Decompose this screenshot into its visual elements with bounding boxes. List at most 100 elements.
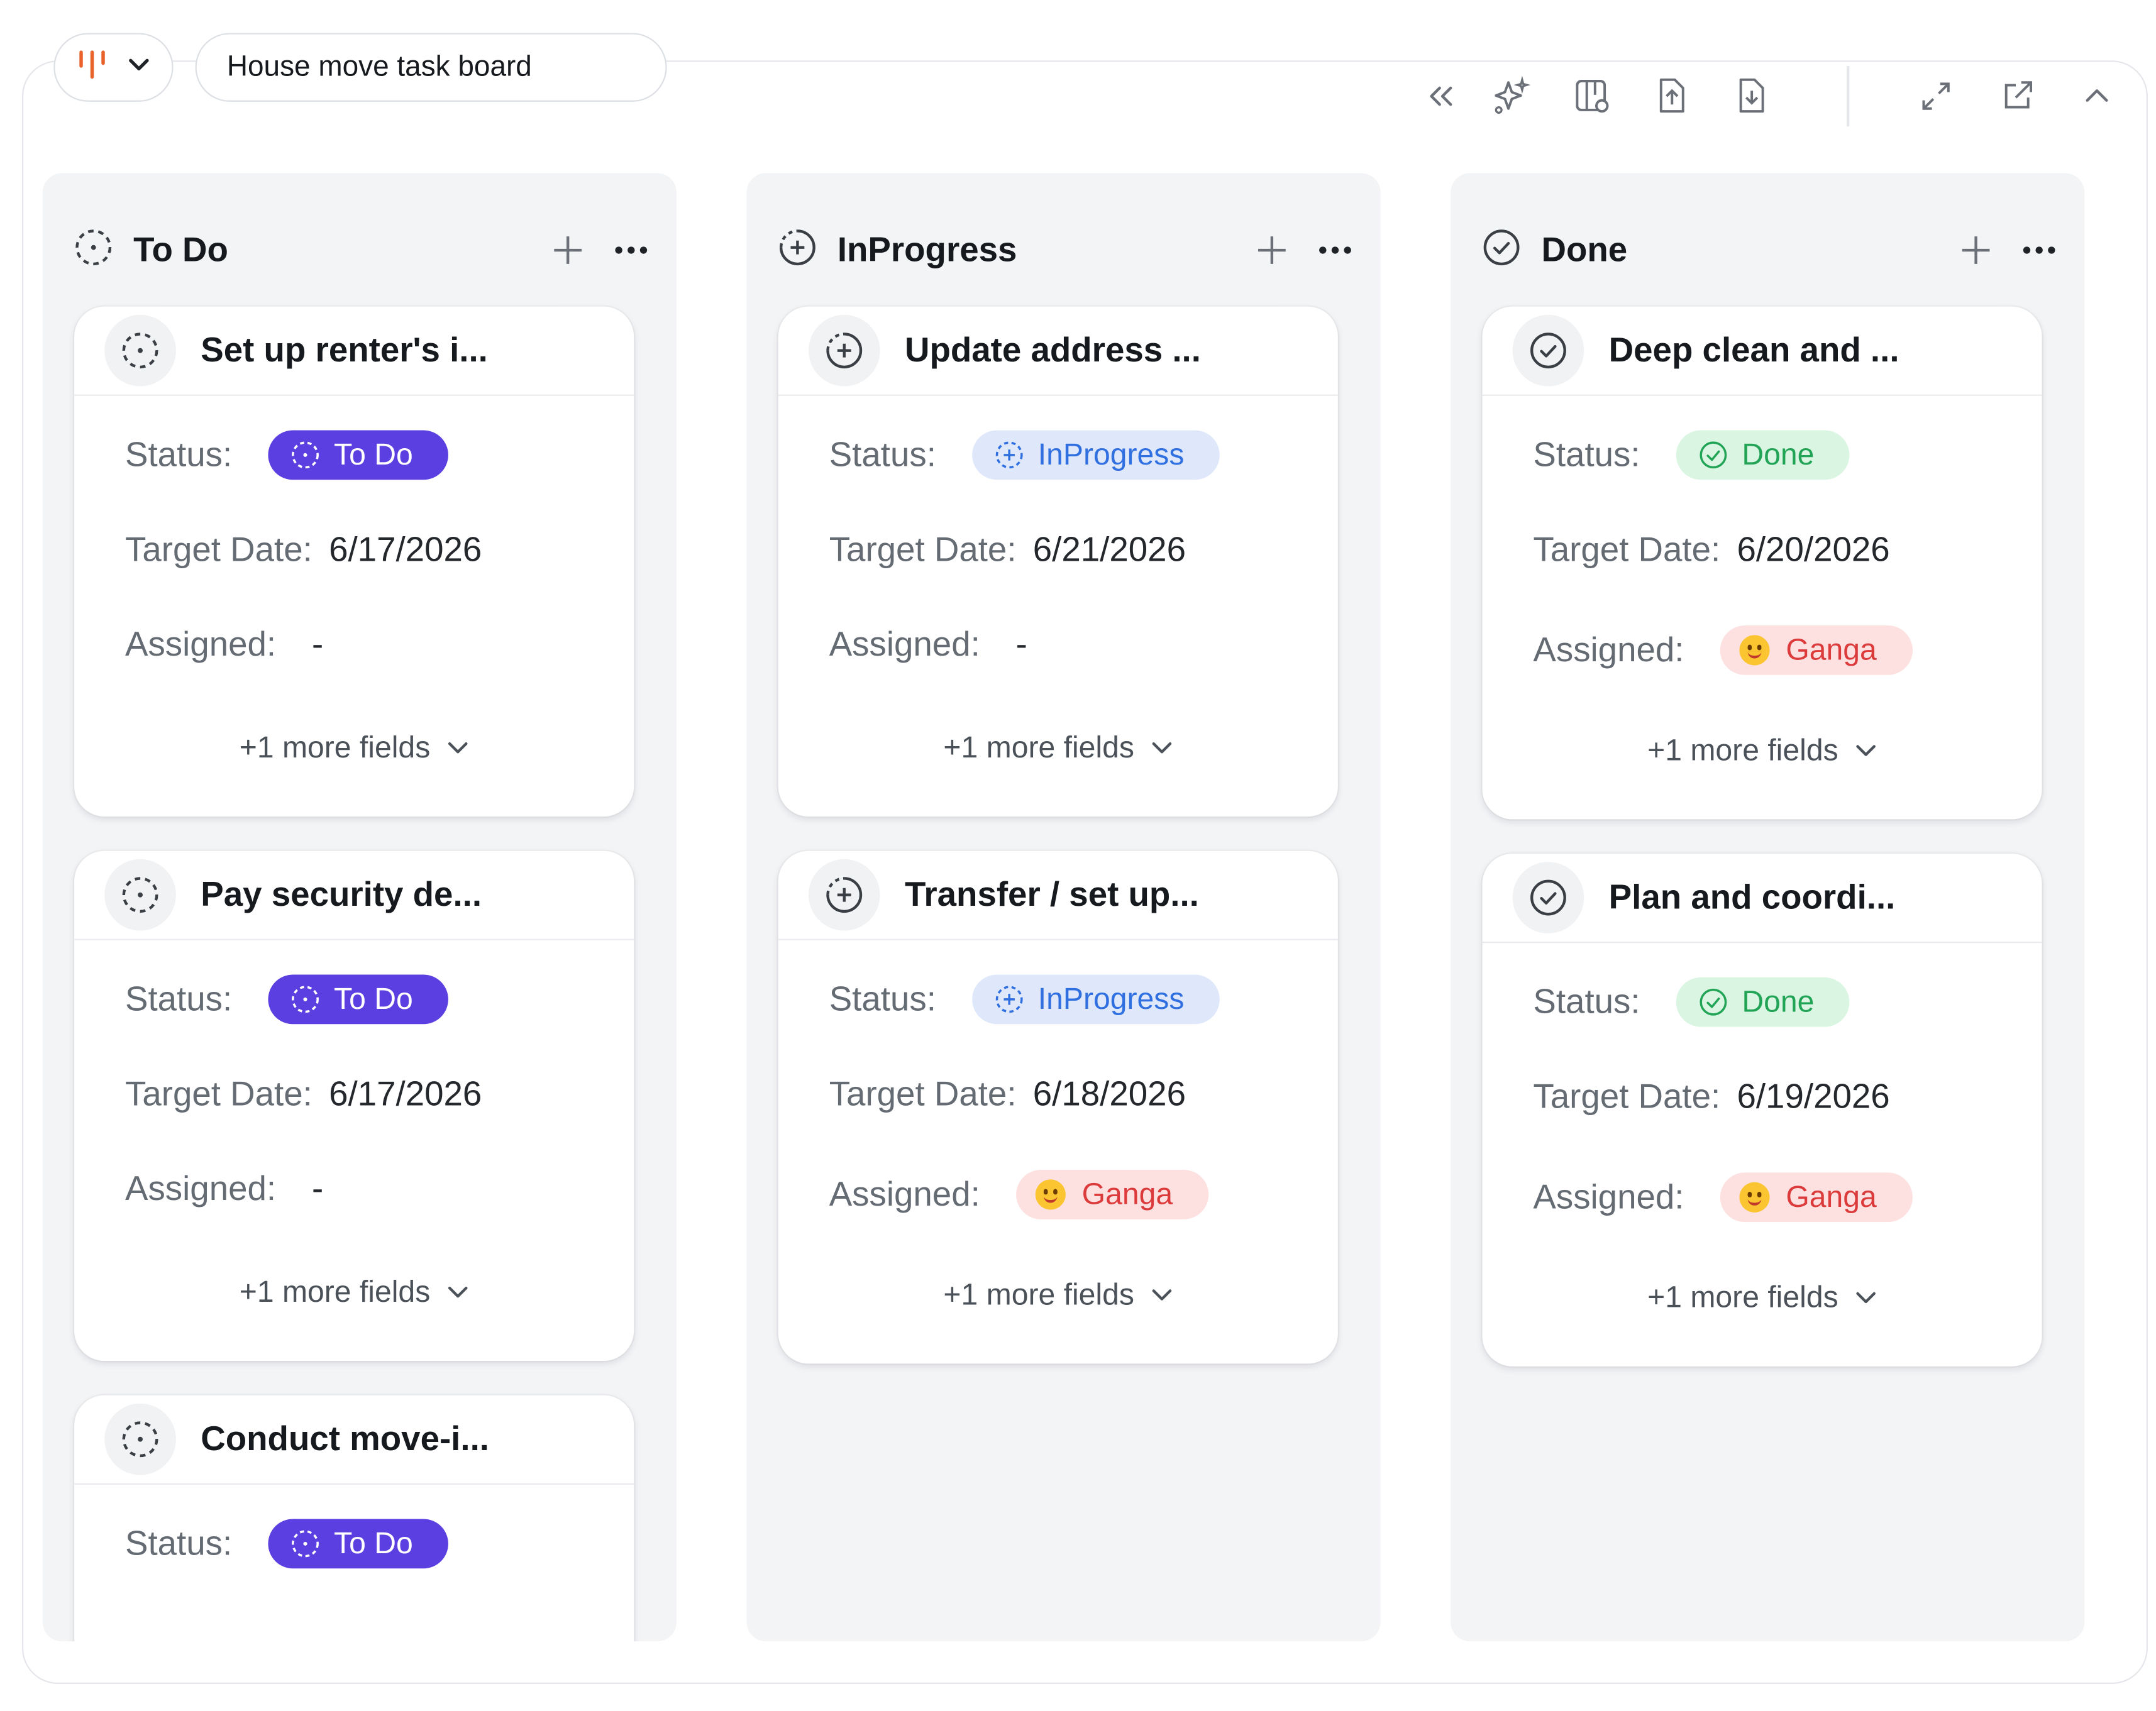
target-date-value: 6/17/2026 (329, 1075, 482, 1114)
status-field: Status: To Do (125, 974, 449, 1025)
plus-circle-icon (777, 226, 819, 275)
target-date-label: Target Date: (829, 531, 1017, 569)
card-title: Set up renter's i... (201, 330, 488, 370)
status-badge[interactable]: To Do (268, 430, 449, 480)
chevron-down-icon (448, 1286, 468, 1298)
check-circle-icon (1481, 226, 1522, 275)
status-label: Status: (125, 435, 233, 474)
add-card-button[interactable] (547, 229, 589, 271)
more-fields-label: +1 more fields (239, 1274, 431, 1309)
import-download-icon[interactable] (1727, 72, 1777, 121)
more-fields-toggle[interactable]: +1 more fields (778, 730, 1338, 766)
check-circle-icon (1512, 862, 1584, 933)
status-label: Status: (1533, 435, 1640, 474)
more-fields-toggle[interactable]: +1 more fields (1482, 1280, 2042, 1316)
collapse-up-icon[interactable] (2072, 72, 2122, 121)
toolbar-divider (1847, 65, 1849, 127)
status-field: Status: Done (1533, 430, 1850, 480)
target-date-value: 6/17/2026 (329, 531, 482, 569)
add-card-button[interactable] (1955, 229, 1997, 271)
status-label: Status: (829, 979, 936, 1018)
column-menu-button[interactable] (1315, 229, 1356, 271)
board-view-icon (76, 47, 106, 87)
status-value: InProgress (1037, 437, 1185, 472)
chevron-down-icon (1856, 1292, 1876, 1304)
sparkle-ai-icon[interactable] (1486, 72, 1536, 121)
dotted-circle-icon (104, 1403, 176, 1475)
assignee-badge[interactable]: Ganga (1720, 1172, 1913, 1223)
card-title: Plan and coordi... (1608, 878, 1896, 916)
more-fields-toggle[interactable]: +1 more fields (1482, 733, 2042, 769)
status-badge[interactable]: Done (1676, 430, 1850, 480)
more-fields-toggle[interactable]: +1 more fields (778, 1277, 1338, 1313)
task-card[interactable]: Transfer / set up... Status: InProgress … (778, 850, 1338, 1364)
target-date-field: Target Date: 6/20/2026 (1533, 531, 1889, 570)
status-badge[interactable]: To Do (268, 1519, 449, 1569)
status-badge[interactable]: InProgress (971, 430, 1220, 480)
status-value: To Do (334, 1526, 413, 1561)
assigned-value: - (311, 1170, 324, 1209)
target-date-field: Target Date: 6/18/2026 (829, 1075, 1186, 1114)
board-settings-icon[interactable] (1567, 72, 1617, 121)
board-title-input[interactable]: House move task board (195, 33, 667, 102)
expand-icon[interactable] (1911, 72, 1961, 121)
assigned-label: Assigned: (829, 1174, 980, 1213)
target-date-field: Target Date: 6/21/2026 (829, 531, 1186, 570)
column-header: InProgress (777, 226, 1356, 275)
target-date-label: Target Date: (1533, 531, 1721, 569)
task-card[interactable]: Plan and coordi... Status: Done Target D… (1482, 854, 2042, 1367)
assignee-name: Ganga (1081, 1176, 1173, 1211)
task-card[interactable]: Set up renter's i... Status: To Do Targe… (74, 306, 634, 817)
status-label: Status: (1533, 982, 1640, 1021)
status-label: Status: (125, 1524, 233, 1563)
status-value: To Do (334, 437, 413, 472)
assignee-name: Ganga (1786, 632, 1877, 667)
check-circle-icon (1512, 314, 1584, 387)
task-card[interactable]: Pay security de... Status: To Do Target … (74, 850, 634, 1362)
card-header: Deep clean and ... (1482, 307, 2042, 396)
card-header: Pay security de... (74, 851, 634, 940)
open-external-icon[interactable] (1993, 72, 2042, 121)
status-badge[interactable]: InProgress (971, 974, 1220, 1025)
collapse-left-icon[interactable] (1417, 72, 1466, 121)
column-header: Done (1481, 226, 2060, 275)
card-header: Set up renter's i... (74, 307, 634, 396)
more-fields-label: +1 more fields (239, 730, 431, 764)
target-date-field: Target Date: 6/17/2026 (125, 1075, 482, 1114)
board-widget: House move task board To Do Set up rente… (0, 0, 2156, 1711)
more-fields-label: +1 more fields (943, 1277, 1134, 1312)
column-menu-button[interactable] (611, 229, 652, 271)
chevron-down-icon (1152, 1289, 1171, 1301)
column-menu-button[interactable] (2018, 229, 2060, 271)
add-card-button[interactable] (1251, 229, 1293, 271)
assigned-field: Assigned: Ganga (1533, 1172, 1913, 1223)
task-card[interactable]: Conduct move-i... Status: To Do (74, 1395, 634, 1642)
card-title: Deep clean and ... (1608, 330, 1899, 370)
assigned-label: Assigned: (125, 1170, 277, 1209)
assignee-badge[interactable]: Ganga (1720, 625, 1913, 675)
status-badge[interactable]: To Do (268, 974, 449, 1025)
column-done: Done Deep clean and ... Status: Done Tar… (1451, 173, 2085, 1642)
target-date-value: 6/20/2026 (1737, 531, 1890, 569)
status-field: Status: InProgress (829, 430, 1220, 480)
view-switcher-button[interactable] (53, 33, 174, 102)
assignee-badge[interactable]: Ganga (1015, 1170, 1208, 1219)
card-title: Update address ... (904, 330, 1201, 370)
board-title: House move task board (226, 50, 532, 83)
assigned-label: Assigned: (125, 625, 277, 664)
card-header: Conduct move-i... (74, 1395, 634, 1485)
task-card[interactable]: Deep clean and ... Status: Done Target D… (1482, 306, 2042, 820)
status-badge[interactable]: Done (1676, 977, 1850, 1027)
card-title: Conduct move-i... (201, 1419, 489, 1458)
status-value: Done (1742, 984, 1815, 1019)
more-fields-toggle[interactable]: +1 more fields (74, 730, 634, 766)
more-fields-label: +1 more fields (943, 730, 1134, 764)
more-fields-toggle[interactable]: +1 more fields (74, 1274, 634, 1310)
assigned-field: Assigned: Ganga (829, 1170, 1208, 1219)
column-header: To Do (73, 226, 652, 275)
chevron-down-icon (1152, 742, 1171, 754)
assigned-field: Assigned: - (829, 625, 1027, 665)
card-header: Update address ... (778, 307, 1338, 396)
export-upload-icon[interactable] (1647, 72, 1697, 121)
task-card[interactable]: Update address ... Status: InProgress Ta… (778, 306, 1338, 817)
